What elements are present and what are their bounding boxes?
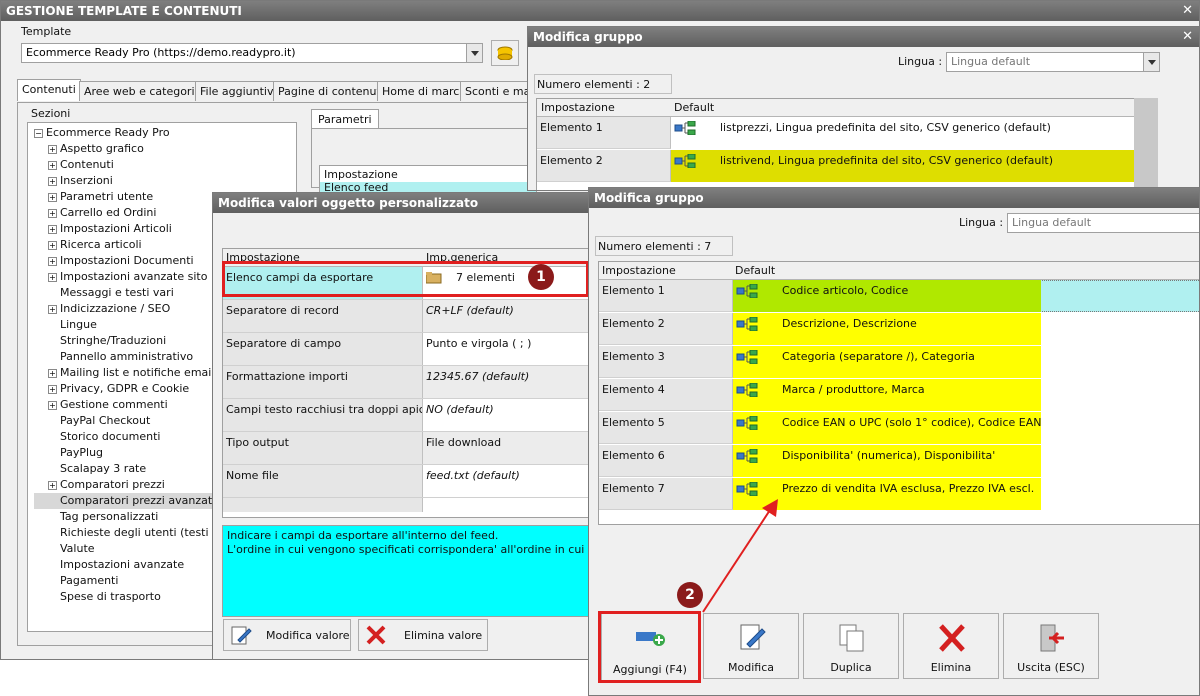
annotation-arrow — [702, 499, 778, 613]
